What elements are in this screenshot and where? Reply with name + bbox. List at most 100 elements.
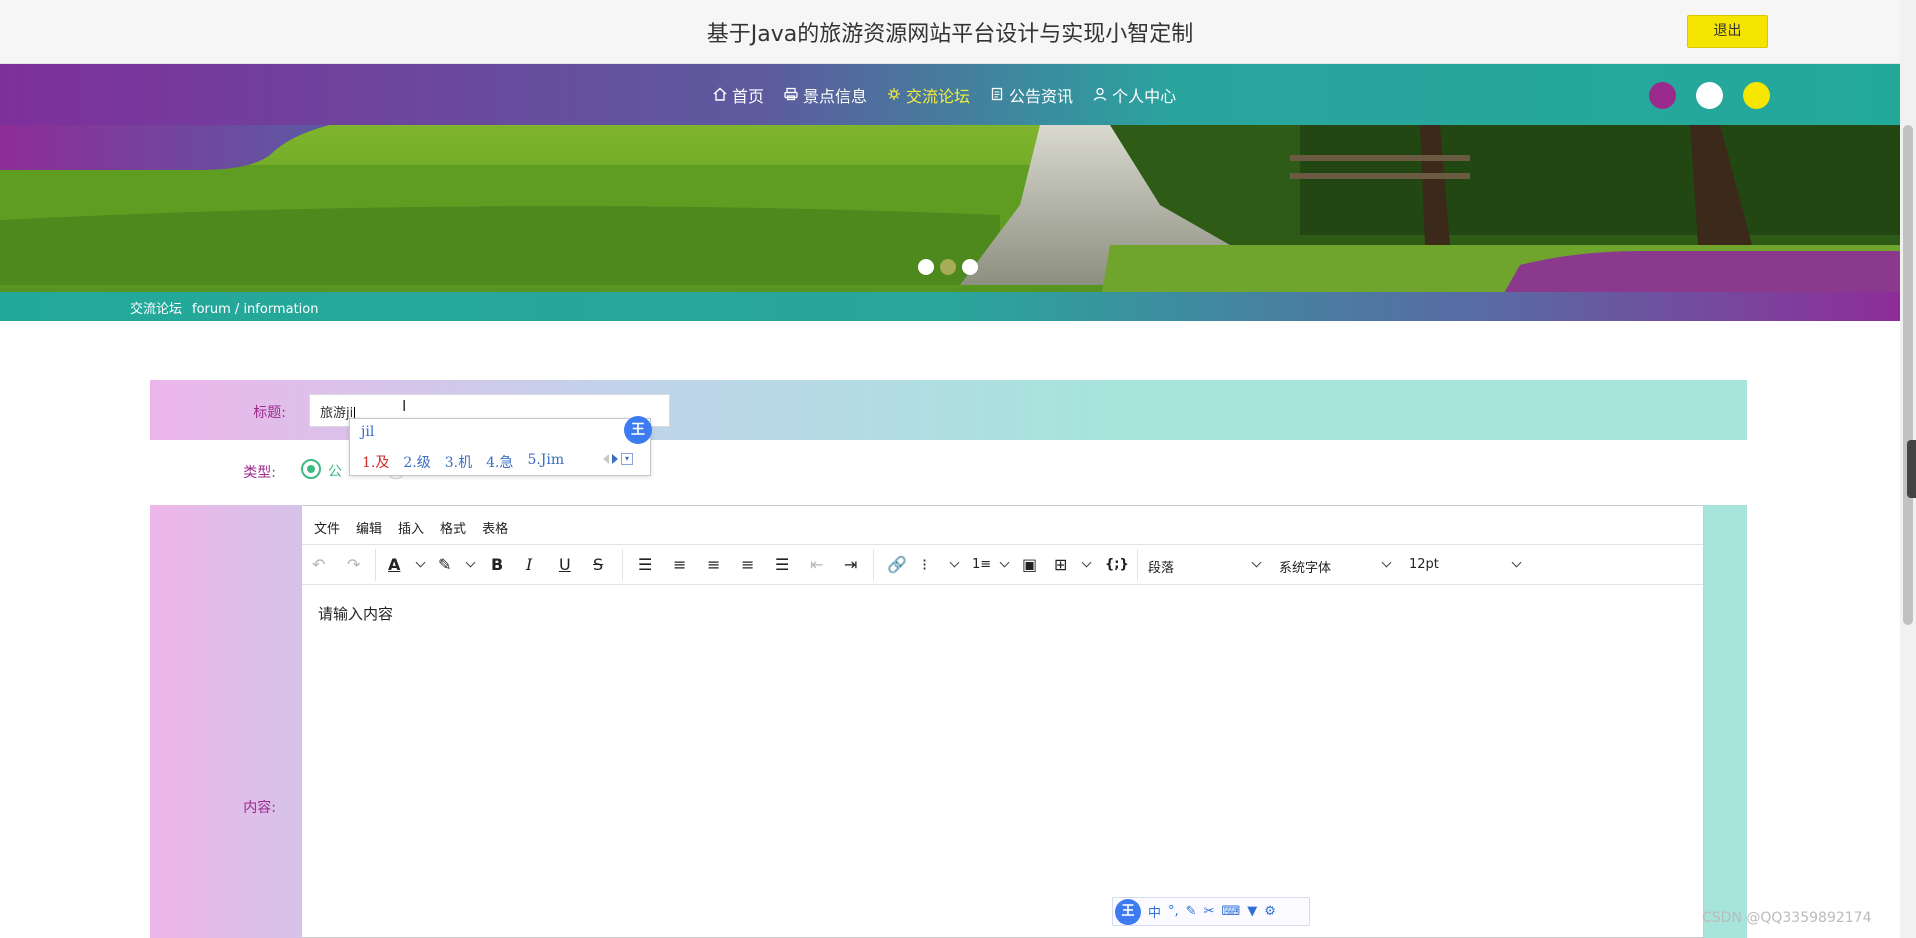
scrollbar-thumb[interactable] bbox=[1903, 125, 1913, 625]
editor-content-area[interactable]: 请输入内容 bbox=[318, 603, 393, 624]
ime-logo-icon[interactable]: 王 bbox=[1115, 898, 1141, 925]
strikethrough-icon[interactable]: S bbox=[593, 556, 603, 574]
chevron-down-icon[interactable] bbox=[1081, 557, 1092, 568]
line-height-icon[interactable]: ☰ bbox=[638, 556, 652, 574]
undo-icon[interactable]: ↶ bbox=[312, 556, 325, 574]
ime-candidate[interactable]: 2.级 bbox=[403, 452, 430, 472]
chevron-down-icon[interactable] bbox=[949, 557, 960, 568]
link-icon[interactable]: 🔗 bbox=[887, 556, 907, 574]
ime-logo-icon: 王 bbox=[624, 416, 652, 444]
font-size-select[interactable]: 12pt bbox=[1409, 557, 1439, 572]
editor-toolbar: ↶ ↷ A ✎ B I U S ☰ ≡ ≡ ≡ ☰ ⇤ ⇥ 🔗 ⁝ 1≡ ▣ ⊞… bbox=[302, 545, 1703, 585]
nav-item-scenic[interactable]: 景点信息 bbox=[784, 83, 867, 107]
ime-candidate[interactable]: 5.Jim bbox=[527, 452, 564, 472]
theme-yellow-dot[interactable] bbox=[1743, 82, 1770, 109]
scissors-icon[interactable]: ✂ bbox=[1204, 904, 1215, 919]
menu-edit[interactable]: 编辑 bbox=[356, 518, 382, 537]
font-family-select[interactable]: 系统字体 bbox=[1279, 557, 1331, 576]
theme-white-dot[interactable] bbox=[1696, 82, 1723, 109]
menu-file[interactable]: 文件 bbox=[314, 518, 340, 537]
ime-prev-icon[interactable] bbox=[603, 454, 609, 464]
pen-icon[interactable]: ✎ bbox=[1186, 904, 1197, 919]
punctuation-icon[interactable]: °, bbox=[1168, 904, 1179, 919]
menu-format[interactable]: 格式 bbox=[440, 518, 466, 537]
menu-insert[interactable]: 插入 bbox=[398, 518, 424, 537]
page: 基于Java的旅游资源网站平台设计与实现小智定制 退出 首页 景点信息 交流论坛… bbox=[0, 0, 1916, 938]
breadcrumb: 交流论坛 forum / information bbox=[130, 298, 318, 317]
chevron-down-icon[interactable] bbox=[1511, 557, 1522, 568]
numbered-list-icon[interactable]: 1≡ bbox=[972, 556, 991, 574]
ime-next-icon[interactable] bbox=[612, 454, 618, 464]
type-radio-selected[interactable] bbox=[301, 459, 321, 479]
keyboard-icon[interactable]: ⌨ bbox=[1221, 904, 1240, 919]
align-justify-icon[interactable]: ☰ bbox=[775, 556, 789, 574]
ime-mode[interactable]: 中 bbox=[1148, 902, 1161, 921]
banner-image bbox=[0, 125, 1900, 321]
nav-item-label: 首页 bbox=[732, 87, 765, 106]
highlight-color-icon[interactable]: ✎ bbox=[438, 556, 451, 574]
chevron-down-icon[interactable] bbox=[465, 557, 476, 568]
forum-icon bbox=[887, 87, 901, 104]
title-bar: 基于Java的旅游资源网站平台设计与实现小智定制 退出 bbox=[0, 0, 1900, 64]
document-icon bbox=[990, 87, 1004, 104]
chevron-down-icon[interactable] bbox=[1251, 557, 1262, 568]
ime-candidate[interactable]: 1.及 bbox=[362, 452, 389, 472]
site-title: 基于Java的旅游资源网站平台设计与实现小智定制 bbox=[706, 22, 1194, 47]
chevron-down-icon[interactable] bbox=[415, 557, 426, 568]
ibeam-cursor-icon: I bbox=[402, 397, 407, 415]
type-label: 类型: bbox=[243, 465, 276, 481]
carousel-dot[interactable] bbox=[918, 259, 934, 275]
bullet-list-icon[interactable]: ⁝ bbox=[922, 556, 927, 574]
content-label: 内容: bbox=[243, 800, 276, 816]
chevron-down-icon[interactable] bbox=[1381, 557, 1392, 568]
settings-icon[interactable]: ⚙ bbox=[1264, 904, 1276, 919]
type-radio-label: 公 bbox=[328, 464, 342, 480]
code-icon[interactable]: {;} bbox=[1105, 556, 1129, 574]
skin-icon[interactable]: ▼ bbox=[1247, 904, 1257, 919]
side-tab[interactable] bbox=[1907, 440, 1916, 498]
nav-item-label: 公告资讯 bbox=[1009, 87, 1074, 106]
outdent-icon[interactable]: ⇤ bbox=[810, 556, 823, 574]
chevron-down-icon[interactable] bbox=[999, 557, 1010, 568]
nav-item-forum[interactable]: 交流论坛 bbox=[887, 83, 970, 107]
image-icon[interactable]: ▣ bbox=[1022, 556, 1037, 574]
nav-item-profile[interactable]: 个人中心 bbox=[1093, 83, 1176, 107]
ime-expand-icon[interactable]: ▾ bbox=[621, 453, 633, 465]
text-color-icon[interactable]: A bbox=[388, 556, 400, 574]
indent-icon[interactable]: ⇥ bbox=[844, 556, 857, 574]
user-icon bbox=[1093, 87, 1107, 104]
watermark: CSDN @QQ3359892174 bbox=[1702, 910, 1872, 926]
breadcrumb-secondary: forum / information bbox=[192, 302, 319, 317]
content-row-label-area bbox=[150, 505, 301, 938]
printer-icon bbox=[784, 87, 798, 104]
ime-status-bar: 王 中 °, ✎ ✂ ⌨ ▼ ⚙ bbox=[1112, 897, 1310, 926]
italic-icon[interactable]: I bbox=[526, 556, 532, 574]
align-center-icon[interactable]: ≡ bbox=[707, 556, 720, 574]
bold-icon[interactable]: B bbox=[491, 556, 503, 574]
underline-icon[interactable]: U bbox=[559, 556, 571, 574]
home-icon bbox=[713, 87, 727, 104]
ime-candidate[interactable]: 4.急 bbox=[486, 452, 513, 472]
nav-item-label: 交流论坛 bbox=[906, 87, 971, 106]
align-left-icon[interactable]: ≡ bbox=[673, 556, 686, 574]
logout-button[interactable]: 退出 bbox=[1687, 15, 1768, 48]
ime-candidate-popup: jil 王 1.及 2.级 3.机 4.急 5.Jim ▾ bbox=[349, 416, 652, 476]
breadcrumb-primary: 交流论坛 bbox=[130, 302, 183, 317]
theme-purple-dot[interactable] bbox=[1649, 82, 1676, 109]
table-icon[interactable]: ⊞ bbox=[1054, 556, 1067, 574]
nav-item-label: 景点信息 bbox=[803, 87, 868, 106]
menu-table[interactable]: 表格 bbox=[482, 518, 508, 537]
nav-bar: 首页 景点信息 交流论坛 公告资讯 个人中心 bbox=[0, 64, 1900, 125]
block-format-select[interactable]: 段落 bbox=[1148, 557, 1174, 576]
nav-item-home[interactable]: 首页 bbox=[713, 83, 764, 107]
nav-item-label: 个人中心 bbox=[1112, 87, 1177, 106]
ime-candidate[interactable]: 3.机 bbox=[445, 452, 472, 472]
title-label: 标题: bbox=[253, 405, 286, 421]
carousel-dot[interactable] bbox=[962, 259, 978, 275]
editor-menubar: 文件 编辑 插入 格式 表格 bbox=[302, 506, 1703, 545]
nav-item-notice[interactable]: 公告资讯 bbox=[990, 83, 1073, 107]
carousel-dots bbox=[918, 259, 978, 275]
carousel-dot[interactable] bbox=[940, 259, 956, 275]
align-right-icon[interactable]: ≡ bbox=[741, 556, 754, 574]
redo-icon[interactable]: ↷ bbox=[347, 556, 360, 574]
